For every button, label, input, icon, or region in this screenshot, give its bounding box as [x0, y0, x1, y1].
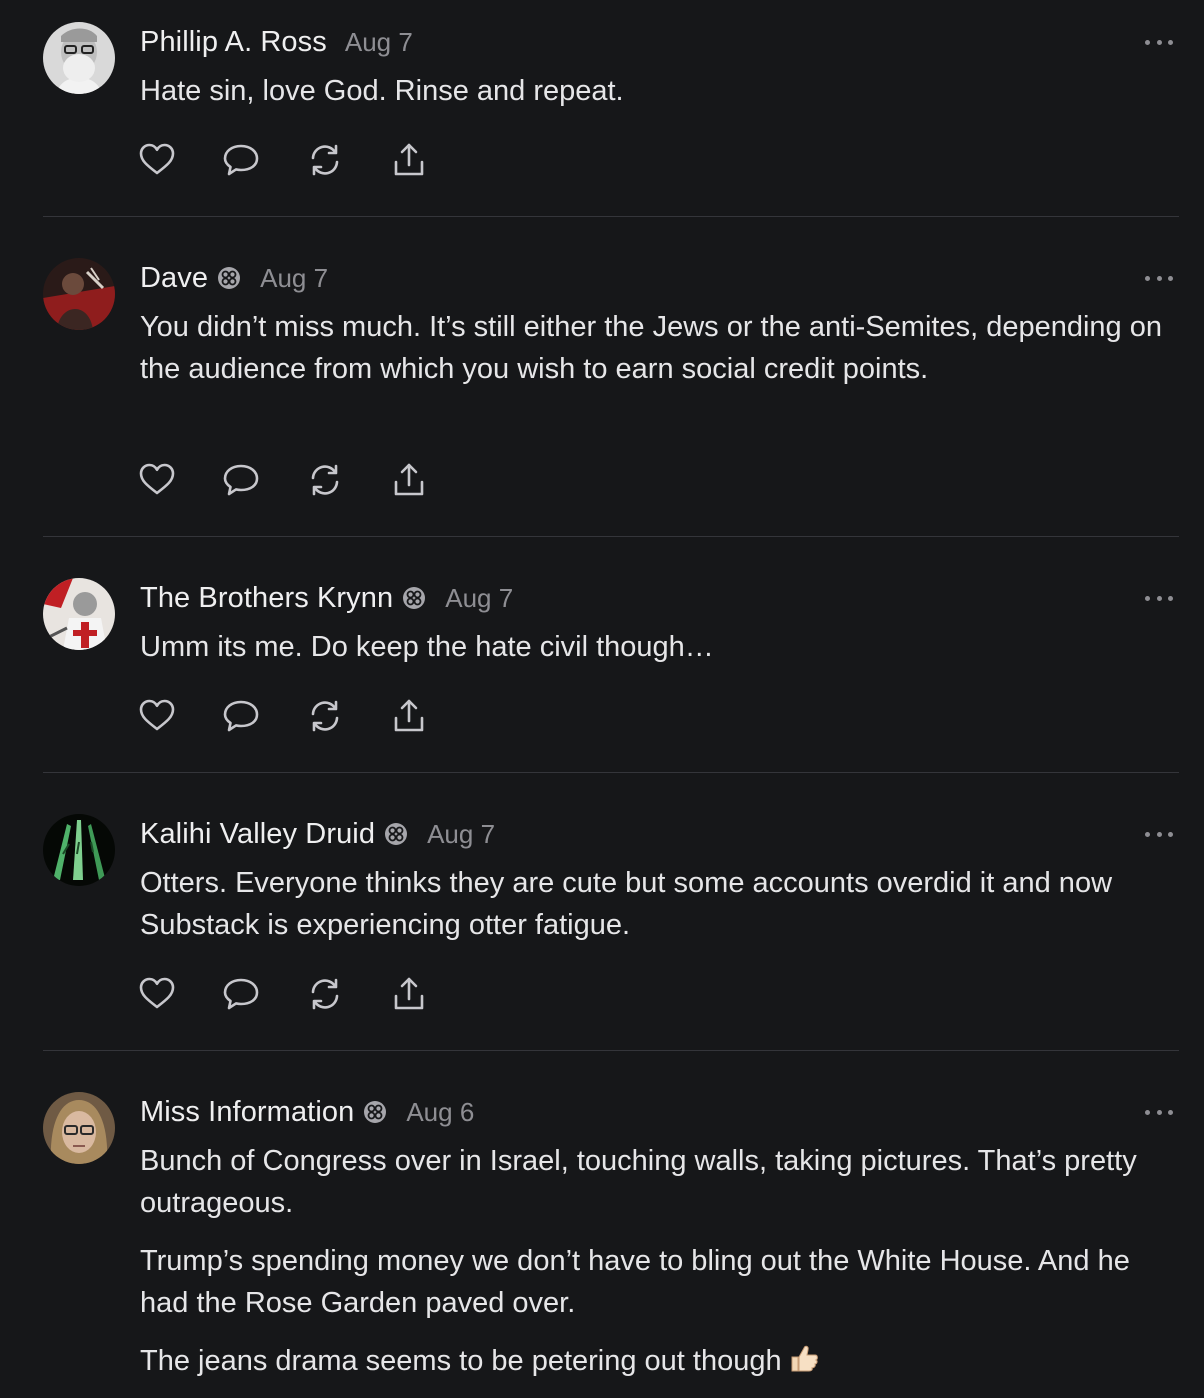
subscriber-badge-icon: [383, 821, 409, 847]
author-name[interactable]: The Brothers Krynn: [140, 582, 393, 615]
post-date[interactable]: Aug 7: [260, 263, 328, 294]
subscriber-badge-icon: [401, 585, 427, 611]
post-header: Dave Aug 7: [140, 258, 328, 298]
thumbs-up-icon: [788, 1342, 820, 1374]
post-paragraph: Bunch of Congress over in Israel, touchi…: [140, 1145, 1137, 1219]
restack-icon[interactable]: [306, 461, 344, 499]
post-actions: [138, 975, 474, 1013]
heart-icon[interactable]: [138, 975, 176, 1013]
post-date[interactable]: Aug 7: [427, 819, 495, 850]
post-divider: [43, 216, 1179, 217]
avatar[interactable]: [43, 1092, 115, 1164]
heart-icon[interactable]: [138, 461, 176, 499]
more-options-icon[interactable]: [1145, 593, 1173, 603]
more-options-icon[interactable]: [1145, 37, 1173, 47]
share-icon[interactable]: [390, 975, 428, 1013]
post-paragraph: Otters. Everyone thinks they are cute bu…: [140, 867, 1113, 941]
post-body: You didn’t miss much. It’s still either …: [140, 306, 1170, 406]
comment-icon[interactable]: [222, 141, 260, 179]
post-actions: [138, 461, 474, 499]
post-body: Umm its me. Do keep the hate civil thoug…: [140, 626, 1170, 684]
post-header: The Brothers Krynn Aug 7: [140, 578, 513, 618]
subscriber-badge-icon: [216, 265, 242, 291]
post-body: Otters. Everyone thinks they are cute bu…: [140, 862, 1170, 962]
more-options-icon[interactable]: [1145, 829, 1173, 839]
avatar[interactable]: [43, 578, 115, 650]
comment-icon[interactable]: [222, 697, 260, 735]
heart-icon[interactable]: [138, 697, 176, 735]
post-header: Miss Information Aug 6: [140, 1092, 474, 1132]
heart-icon[interactable]: [138, 141, 176, 179]
post-body: Hate sin, love God. Rinse and repeat.: [140, 70, 1170, 128]
author-name[interactable]: Dave: [140, 262, 208, 295]
post-actions: [138, 141, 474, 179]
post-paragraph-text: The jeans drama seems to be petering out…: [140, 1345, 782, 1377]
share-icon[interactable]: [390, 141, 428, 179]
post-paragraph: Trump’s spending money we don’t have to …: [140, 1245, 1130, 1319]
post-date[interactable]: Aug 7: [445, 583, 513, 614]
more-options-icon[interactable]: [1145, 1107, 1173, 1117]
author-name[interactable]: Kalihi Valley Druid: [140, 818, 375, 851]
comment-icon[interactable]: [222, 461, 260, 499]
post-actions: [138, 697, 474, 735]
post-divider: [43, 1050, 1179, 1051]
post-divider: [43, 536, 1179, 537]
avatar[interactable]: [43, 22, 115, 94]
author-name[interactable]: Miss Information: [140, 1096, 354, 1129]
post-paragraph: You didn’t miss much. It’s still either …: [140, 311, 1162, 385]
post-header: Kalihi Valley Druid Aug 7: [140, 814, 495, 854]
author-name[interactable]: Phillip A. Ross: [140, 26, 327, 59]
avatar[interactable]: [43, 814, 115, 886]
post-divider: [43, 772, 1179, 773]
share-icon[interactable]: [390, 697, 428, 735]
post-body: Bunch of Congress over in Israel, touchi…: [140, 1140, 1170, 1398]
avatar[interactable]: [43, 258, 115, 330]
comment-icon[interactable]: [222, 975, 260, 1013]
subscriber-badge-icon: [362, 1099, 388, 1125]
restack-icon[interactable]: [306, 975, 344, 1013]
post-date[interactable]: Aug 7: [345, 27, 413, 58]
post-date[interactable]: Aug 6: [406, 1097, 474, 1128]
post-paragraph: Hate sin, love God. Rinse and repeat.: [140, 75, 624, 107]
post-header: Phillip A. Ross Aug 7: [140, 22, 413, 62]
restack-icon[interactable]: [306, 697, 344, 735]
more-options-icon[interactable]: [1145, 273, 1173, 283]
restack-icon[interactable]: [306, 141, 344, 179]
post-paragraph: Umm its me. Do keep the hate civil thoug…: [140, 631, 714, 663]
share-icon[interactable]: [390, 461, 428, 499]
post-paragraph: The jeans drama seems to be petering out…: [140, 1340, 1170, 1382]
